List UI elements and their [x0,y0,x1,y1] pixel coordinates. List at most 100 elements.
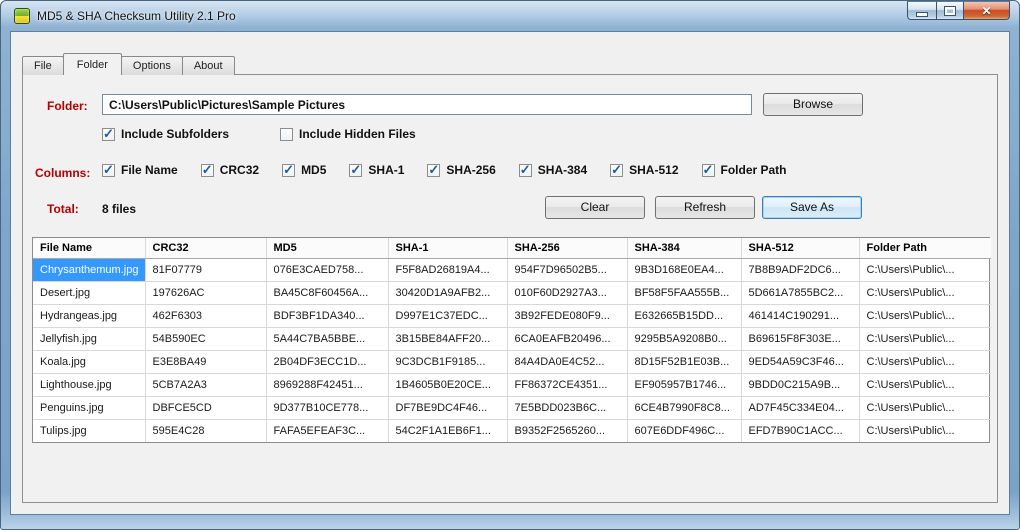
checksum-cell[interactable]: 54C2F1A1EB6F1... [388,419,508,442]
checksum-cell[interactable]: 6CA0EAFB20496... [507,327,628,351]
checksum-cell[interactable]: 9B3D168E0EA4... [627,258,742,282]
checksum-cell[interactable]: 3B15BE84AFF20... [388,327,508,351]
checksum-cell[interactable]: 5D661A7855BC2... [741,281,860,305]
refresh-button[interactable]: Refresh [655,196,755,219]
column-checkbox-crc32[interactable]: CRC32 [200,162,259,178]
checksum-cell[interactable]: BDF3BF1DA340... [266,304,389,328]
checksum-cell[interactable]: 462F6303 [145,304,267,328]
column-header-sha-1[interactable]: SHA-1 [388,238,508,259]
column-header-md5[interactable]: MD5 [266,238,389,259]
checksum-cell[interactable]: 595E4C28 [145,419,267,442]
column-header-sha-512[interactable]: SHA-512 [741,238,860,259]
checksum-cell[interactable]: 84A4DA0E4C52... [507,350,628,374]
checksum-cell[interactable]: 2B04DF3ECC1D... [266,350,389,374]
column-header-sha-384[interactable]: SHA-384 [627,238,742,259]
titlebar[interactable]: MD5 & SHA Checksum Utility 2.1 Pro ✕ [1,1,1019,31]
column-checkbox-label: MD5 [301,163,327,177]
file-name-cell[interactable]: Hydrangeas.jpg [33,304,146,328]
checksum-cell[interactable]: 5CB7A2A3 [145,373,267,397]
file-name-cell[interactable]: Koala.jpg [33,350,146,374]
file-name-cell[interactable]: Desert.jpg [33,281,146,305]
checksum-cell[interactable]: 607E6DDF496C... [627,419,742,442]
checksum-cell[interactable]: 954F7D96502B5... [507,258,628,282]
checksum-cell[interactable]: BF58F5FAA555B... [627,281,742,305]
column-header-crc32[interactable]: CRC32 [145,238,267,259]
checksum-cell[interactable]: F5F8AD26819A4... [388,258,508,282]
checksum-cell[interactable]: 30420D1A9AFB2... [388,281,508,305]
checksum-cell[interactable]: 6CE4B7990F8C8... [627,396,742,420]
checksum-cell[interactable]: EFD7B90C1ACC... [741,419,860,442]
checksum-cell[interactable]: E3E8BA49 [145,350,267,374]
tab-about[interactable]: About [181,56,235,75]
file-name-cell[interactable]: Penguins.jpg [33,396,146,420]
checksum-cell[interactable]: 010F60D2927A3... [507,281,628,305]
column-checkbox-sha-384[interactable]: SHA-384 [518,162,587,178]
checksum-cell[interactable]: B69615F8F303E... [741,327,860,351]
checksum-cell[interactable]: 9D377B10CE778... [266,396,389,420]
column-header-file-name[interactable]: File Name [33,238,146,259]
file-name-cell[interactable]: Tulips.jpg [33,419,146,442]
checksum-cell[interactable]: C:\Users\Public\... [859,281,991,305]
checksum-cell[interactable]: 8D15F52B1E03B... [627,350,742,374]
checksum-cell[interactable]: 5A44C7BA5BBE... [266,327,389,351]
column-header-sha-256[interactable]: SHA-256 [507,238,628,259]
close-button[interactable]: ✕ [964,1,1010,20]
include-subfolders-checkbox[interactable]: Include Subfolders [102,126,229,142]
checkbox-box-icon [349,162,363,178]
checksum-cell[interactable]: C:\Users\Public\... [859,373,991,397]
checksum-cell[interactable]: FAFA5EFEAF3C... [266,419,389,442]
column-checkbox-file-name[interactable]: File Name [102,162,178,178]
checksum-cell[interactable]: D997E1C37EDC... [388,304,508,328]
checksum-cell[interactable]: C:\Users\Public\... [859,350,991,374]
file-name-cell[interactable]: Lighthouse.jpg [33,373,146,397]
checksum-cell[interactable]: EF905957B1746... [627,373,742,397]
checksum-cell[interactable]: DBFCE5CD [145,396,267,420]
minimize-button[interactable] [907,1,936,20]
checksum-cell[interactable]: E632665B15DD... [627,304,742,328]
include-hidden-files-checkbox[interactable]: Include Hidden Files [280,127,416,141]
checksum-cell[interactable]: 9295B5A9208B0... [627,327,742,351]
checksum-cell[interactable]: 461414C190291... [741,304,860,328]
checksum-cell[interactable]: AD7F45C334E04... [741,396,860,420]
checksum-cell[interactable]: 7E5BDD023B6C... [507,396,628,420]
checksum-cell[interactable]: B9352F2565260... [507,419,628,442]
tab-folder[interactable]: Folder [62,53,122,75]
folder-path-input[interactable] [102,94,752,115]
column-checkbox-folder-path[interactable]: Folder Path [701,162,787,178]
checksum-cell[interactable]: BA45C8F60456A... [266,281,389,305]
column-checkbox-sha-512[interactable]: SHA-512 [610,162,679,178]
checksum-cell[interactable]: C:\Users\Public\... [859,258,991,282]
checksum-cell[interactable]: DF7BE9DC4F46... [388,396,508,420]
column-checkbox-sha-1[interactable]: SHA-1 [349,162,404,178]
checksum-cell[interactable]: FF86372CE4351... [507,373,628,397]
checksum-cell[interactable]: C:\Users\Public\... [859,327,991,351]
checksum-cell[interactable]: 3B92FEDE080F9... [507,304,628,328]
checksum-cell[interactable]: 9BDD0C215A9B... [741,373,860,397]
checksum-cell[interactable]: C:\Users\Public\... [859,396,991,420]
column-header-folder-path[interactable]: Folder Path [859,238,991,259]
column-checkbox-md5[interactable]: MD5 [282,162,327,178]
checksum-cell[interactable]: 076E3CAED758... [266,258,389,282]
checksum-cell[interactable]: 7B8B9ADF2DC6... [741,258,860,282]
checksum-cell[interactable]: 9C3DCB1F9185... [388,350,508,374]
checksum-cell[interactable]: 1B4605B0E20CE... [388,373,508,397]
tabstrip: File Folder Options About [22,53,235,75]
client-area: File Folder Options About Folder: Browse… [10,31,1010,515]
browse-button[interactable]: Browse [763,93,863,116]
tab-options[interactable]: Options [120,56,183,75]
tab-file[interactable]: File [22,56,64,75]
column-checkbox-sha-256[interactable]: SHA-256 [427,162,496,178]
file-name-cell[interactable]: Chrysanthemum.jpg [33,258,146,282]
checksum-cell[interactable]: 9ED54A59C3F46... [741,350,860,374]
file-name-cell[interactable]: Jellyfish.jpg [33,327,146,351]
checksum-cell[interactable]: C:\Users\Public\... [859,304,991,328]
checksum-cell[interactable]: 8969288F42451... [266,373,389,397]
checksum-cell[interactable]: 197626AC [145,281,267,305]
maximize-button[interactable] [936,1,964,20]
checksum-cell[interactable]: 54B590EC [145,327,267,351]
table-row: Koala.jpg E3E8BA49 2B04DF3ECC1D... 9C3DCB1F… [33,350,991,374]
clear-button[interactable]: Clear [545,196,645,219]
save-as-button[interactable]: Save As [762,196,862,219]
checksum-cell[interactable]: C:\Users\Public\... [859,420,991,443]
checksum-cell[interactable]: 81F07779 [145,258,267,282]
